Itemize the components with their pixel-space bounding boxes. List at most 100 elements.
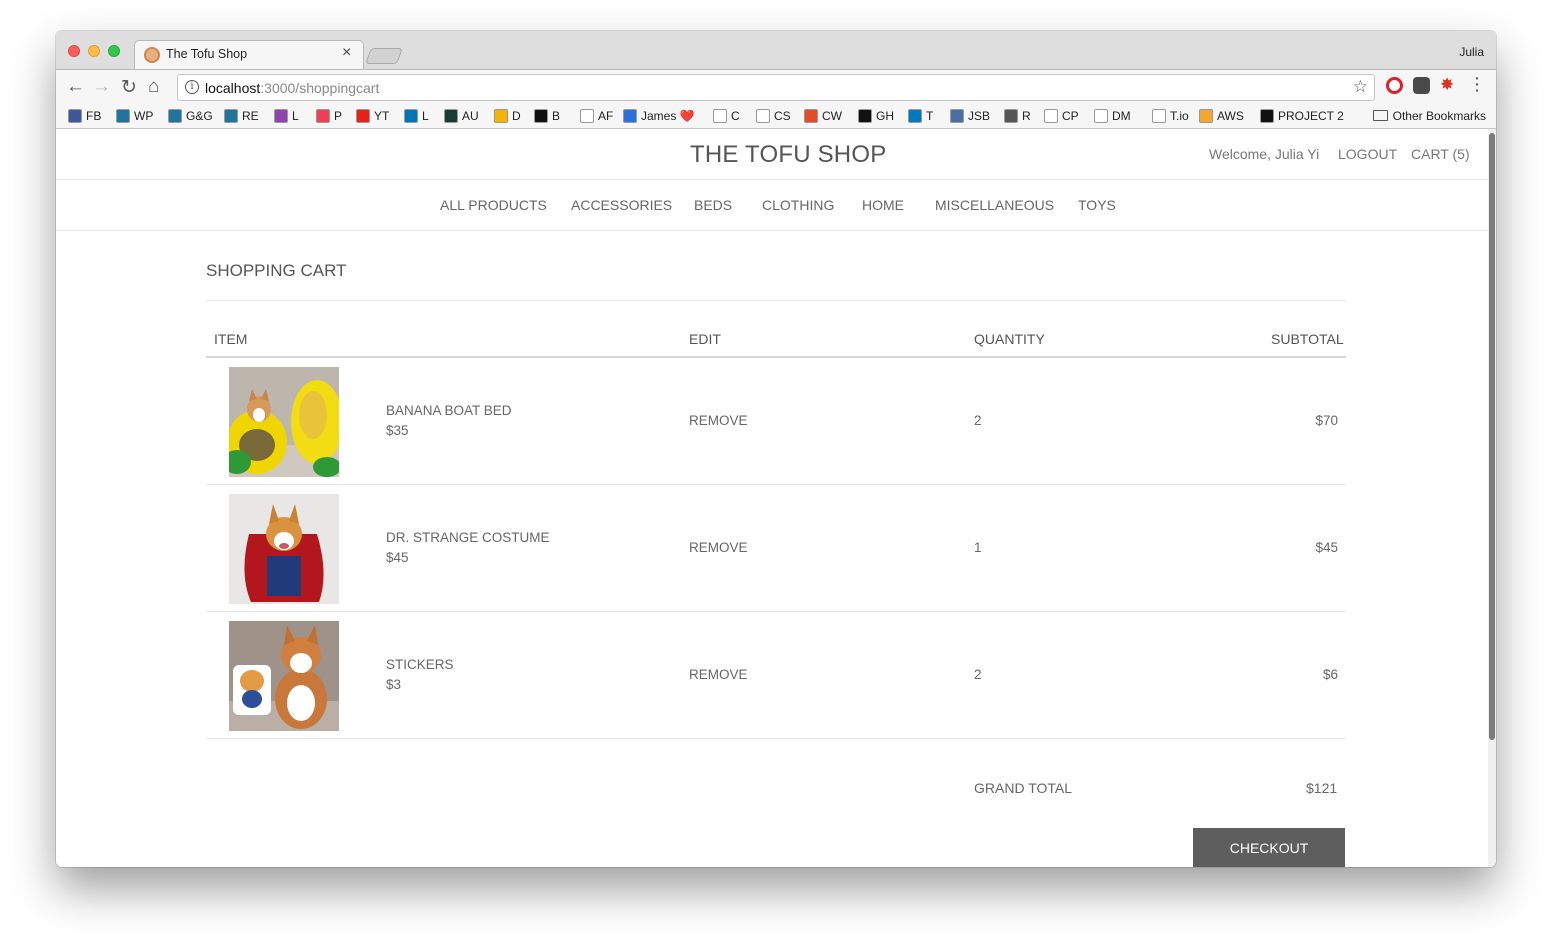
product-name[interactable]: STICKERS xyxy=(386,657,454,672)
cart-link[interactable]: CART (5) xyxy=(1411,146,1470,162)
subtotal-value: $6 xyxy=(1322,667,1338,682)
minimize-window-button[interactable] xyxy=(88,45,100,57)
scrollbar[interactable] xyxy=(1488,129,1496,867)
product-name[interactable]: BANANA BOAT BED xyxy=(386,403,512,418)
close-window-button[interactable] xyxy=(68,45,80,57)
bookmark-favicon-icon xyxy=(1004,109,1018,123)
lastpass-extension-icon[interactable]: ✸ xyxy=(1440,75,1457,94)
reload-icon[interactable]: ↻ xyxy=(121,76,137,99)
logout-link[interactable]: LOGOUT xyxy=(1338,146,1397,162)
remove-link[interactable]: REMOVE xyxy=(689,540,748,555)
bookmark-favicon-icon xyxy=(274,109,288,123)
bookmark-item[interactable]: FB xyxy=(68,109,101,123)
tab-title: The Tofu Shop xyxy=(166,47,248,61)
opera-extension-icon[interactable] xyxy=(1386,77,1403,94)
quantity-value: 2 xyxy=(974,413,982,428)
product-image[interactable] xyxy=(229,367,339,477)
product-image[interactable] xyxy=(229,621,339,731)
browser-window: The Tofu Shop × Julia ← → ↻ ⌂ i localhos… xyxy=(56,31,1496,867)
bookmark-item[interactable]: PROJECT 2 xyxy=(1260,109,1344,123)
forward-arrow-icon[interactable]: → xyxy=(92,76,111,98)
bookmark-favicon-icon xyxy=(908,109,922,123)
bookmark-favicon-icon xyxy=(1044,109,1058,123)
bookmark-item[interactable]: D xyxy=(494,109,521,123)
pocket-extension-icon[interactable] xyxy=(1413,77,1430,94)
bookmark-item[interactable]: RE xyxy=(224,109,259,123)
bookmark-item[interactable]: T.io xyxy=(1152,109,1189,123)
bookmark-favicon-icon xyxy=(356,109,370,123)
bookmark-item[interactable]: James ❤️ xyxy=(623,109,695,123)
bookmark-item[interactable]: DM xyxy=(1094,109,1131,123)
product-price: $35 xyxy=(386,423,409,438)
nav-accessories[interactable]: ACCESSORIES xyxy=(571,197,672,213)
bookmark-item[interactable]: L xyxy=(274,109,299,123)
bookmark-label: CS xyxy=(774,109,791,123)
bookmark-item[interactable]: L xyxy=(404,109,429,123)
folder-icon xyxy=(1372,110,1388,121)
scrollbar-thumb[interactable] xyxy=(1489,133,1495,740)
bookmark-favicon-icon xyxy=(316,109,330,123)
nav-all-products[interactable]: ALL PRODUCTS xyxy=(440,197,547,213)
bookmark-favicon-icon xyxy=(404,109,418,123)
bookmark-item[interactable]: CW xyxy=(804,109,842,123)
profile-name[interactable]: Julia xyxy=(1459,45,1484,59)
bookmark-item[interactable]: YT xyxy=(356,109,389,123)
back-arrow-icon[interactable]: ← xyxy=(66,76,85,98)
remove-link[interactable]: REMOVE xyxy=(689,413,748,428)
bookmark-item[interactable]: P xyxy=(316,109,342,123)
home-icon[interactable]: ⌂ xyxy=(148,76,159,98)
grand-total-value: $121 xyxy=(1306,780,1338,796)
info-icon[interactable]: i xyxy=(185,80,199,94)
bookmark-favicon-icon xyxy=(1260,109,1274,123)
bookmark-label: YT xyxy=(374,109,390,123)
url-text[interactable]: localhost:3000/shoppingcart xyxy=(205,80,379,96)
bookmark-item[interactable]: AU xyxy=(444,109,479,123)
bookmark-favicon-icon xyxy=(1199,109,1213,123)
bookmark-item[interactable]: CP xyxy=(1044,109,1079,123)
bookmark-label: AU xyxy=(462,109,479,123)
bookmark-favicon-icon xyxy=(950,109,964,123)
bookmark-favicon-icon xyxy=(116,109,130,123)
column-header-item: ITEM xyxy=(214,331,248,347)
nav-toys[interactable]: TOYS xyxy=(1078,197,1116,213)
product-image[interactable] xyxy=(229,494,339,604)
browser-menu-icon[interactable]: ⋮ xyxy=(1468,74,1486,94)
bookmark-item[interactable]: JSB xyxy=(950,109,990,123)
bookmark-item[interactable]: C xyxy=(713,109,740,123)
remove-link[interactable]: REMOVE xyxy=(689,667,748,682)
nav-home[interactable]: HOME xyxy=(862,197,904,213)
bookmark-item[interactable]: AF xyxy=(580,109,613,123)
bookmark-item[interactable]: CS xyxy=(756,109,791,123)
new-tab-button[interactable] xyxy=(365,48,403,64)
bookmark-item[interactable]: G&G xyxy=(168,109,213,123)
bookmark-item[interactable]: GH xyxy=(858,109,894,123)
site-brand[interactable]: THE TOFU SHOP xyxy=(690,141,886,169)
bookmark-favicon-icon xyxy=(68,109,82,123)
bookmark-favicon-icon xyxy=(494,109,508,123)
maximize-window-button[interactable] xyxy=(108,45,120,57)
other-bookmarks[interactable]: Other Bookmarks xyxy=(1372,109,1486,123)
bookmark-favicon-icon xyxy=(168,109,182,123)
nav-beds[interactable]: BEDS xyxy=(694,197,732,213)
address-bar[interactable]: i localhost:3000/shoppingcart ☆ xyxy=(177,74,1375,101)
bookmark-item[interactable]: AWS xyxy=(1199,109,1244,123)
corgi-favicon-icon xyxy=(144,47,160,63)
bookmark-item[interactable]: T xyxy=(908,109,933,123)
nav-miscellaneous[interactable]: MISCELLANEOUS xyxy=(935,197,1054,213)
bookmark-favicon-icon xyxy=(580,109,594,123)
bookmark-label: D xyxy=(512,109,521,123)
nav-clothing[interactable]: CLOTHING xyxy=(762,197,834,213)
bookmark-label: AF xyxy=(598,109,614,123)
column-header-quantity: QUANTITY xyxy=(974,331,1045,347)
bookmark-star-icon[interactable]: ☆ xyxy=(1353,77,1368,97)
page-title: SHOPPING CART xyxy=(206,261,347,280)
checkout-button[interactable]: CHECKOUT xyxy=(1193,828,1345,867)
grand-total-label: GRAND TOTAL xyxy=(974,780,1073,796)
bookmark-label: L xyxy=(422,109,429,123)
product-name[interactable]: DR. STRANGE COSTUME xyxy=(386,530,550,545)
bookmark-item[interactable]: B xyxy=(534,109,560,123)
bookmark-item[interactable]: R xyxy=(1004,109,1031,123)
tab-close-icon[interactable]: × xyxy=(342,44,351,62)
table-row: DR. STRANGE COSTUME $45 REMOVE 1 $45 xyxy=(206,485,1346,612)
bookmark-item[interactable]: WP xyxy=(116,109,153,123)
